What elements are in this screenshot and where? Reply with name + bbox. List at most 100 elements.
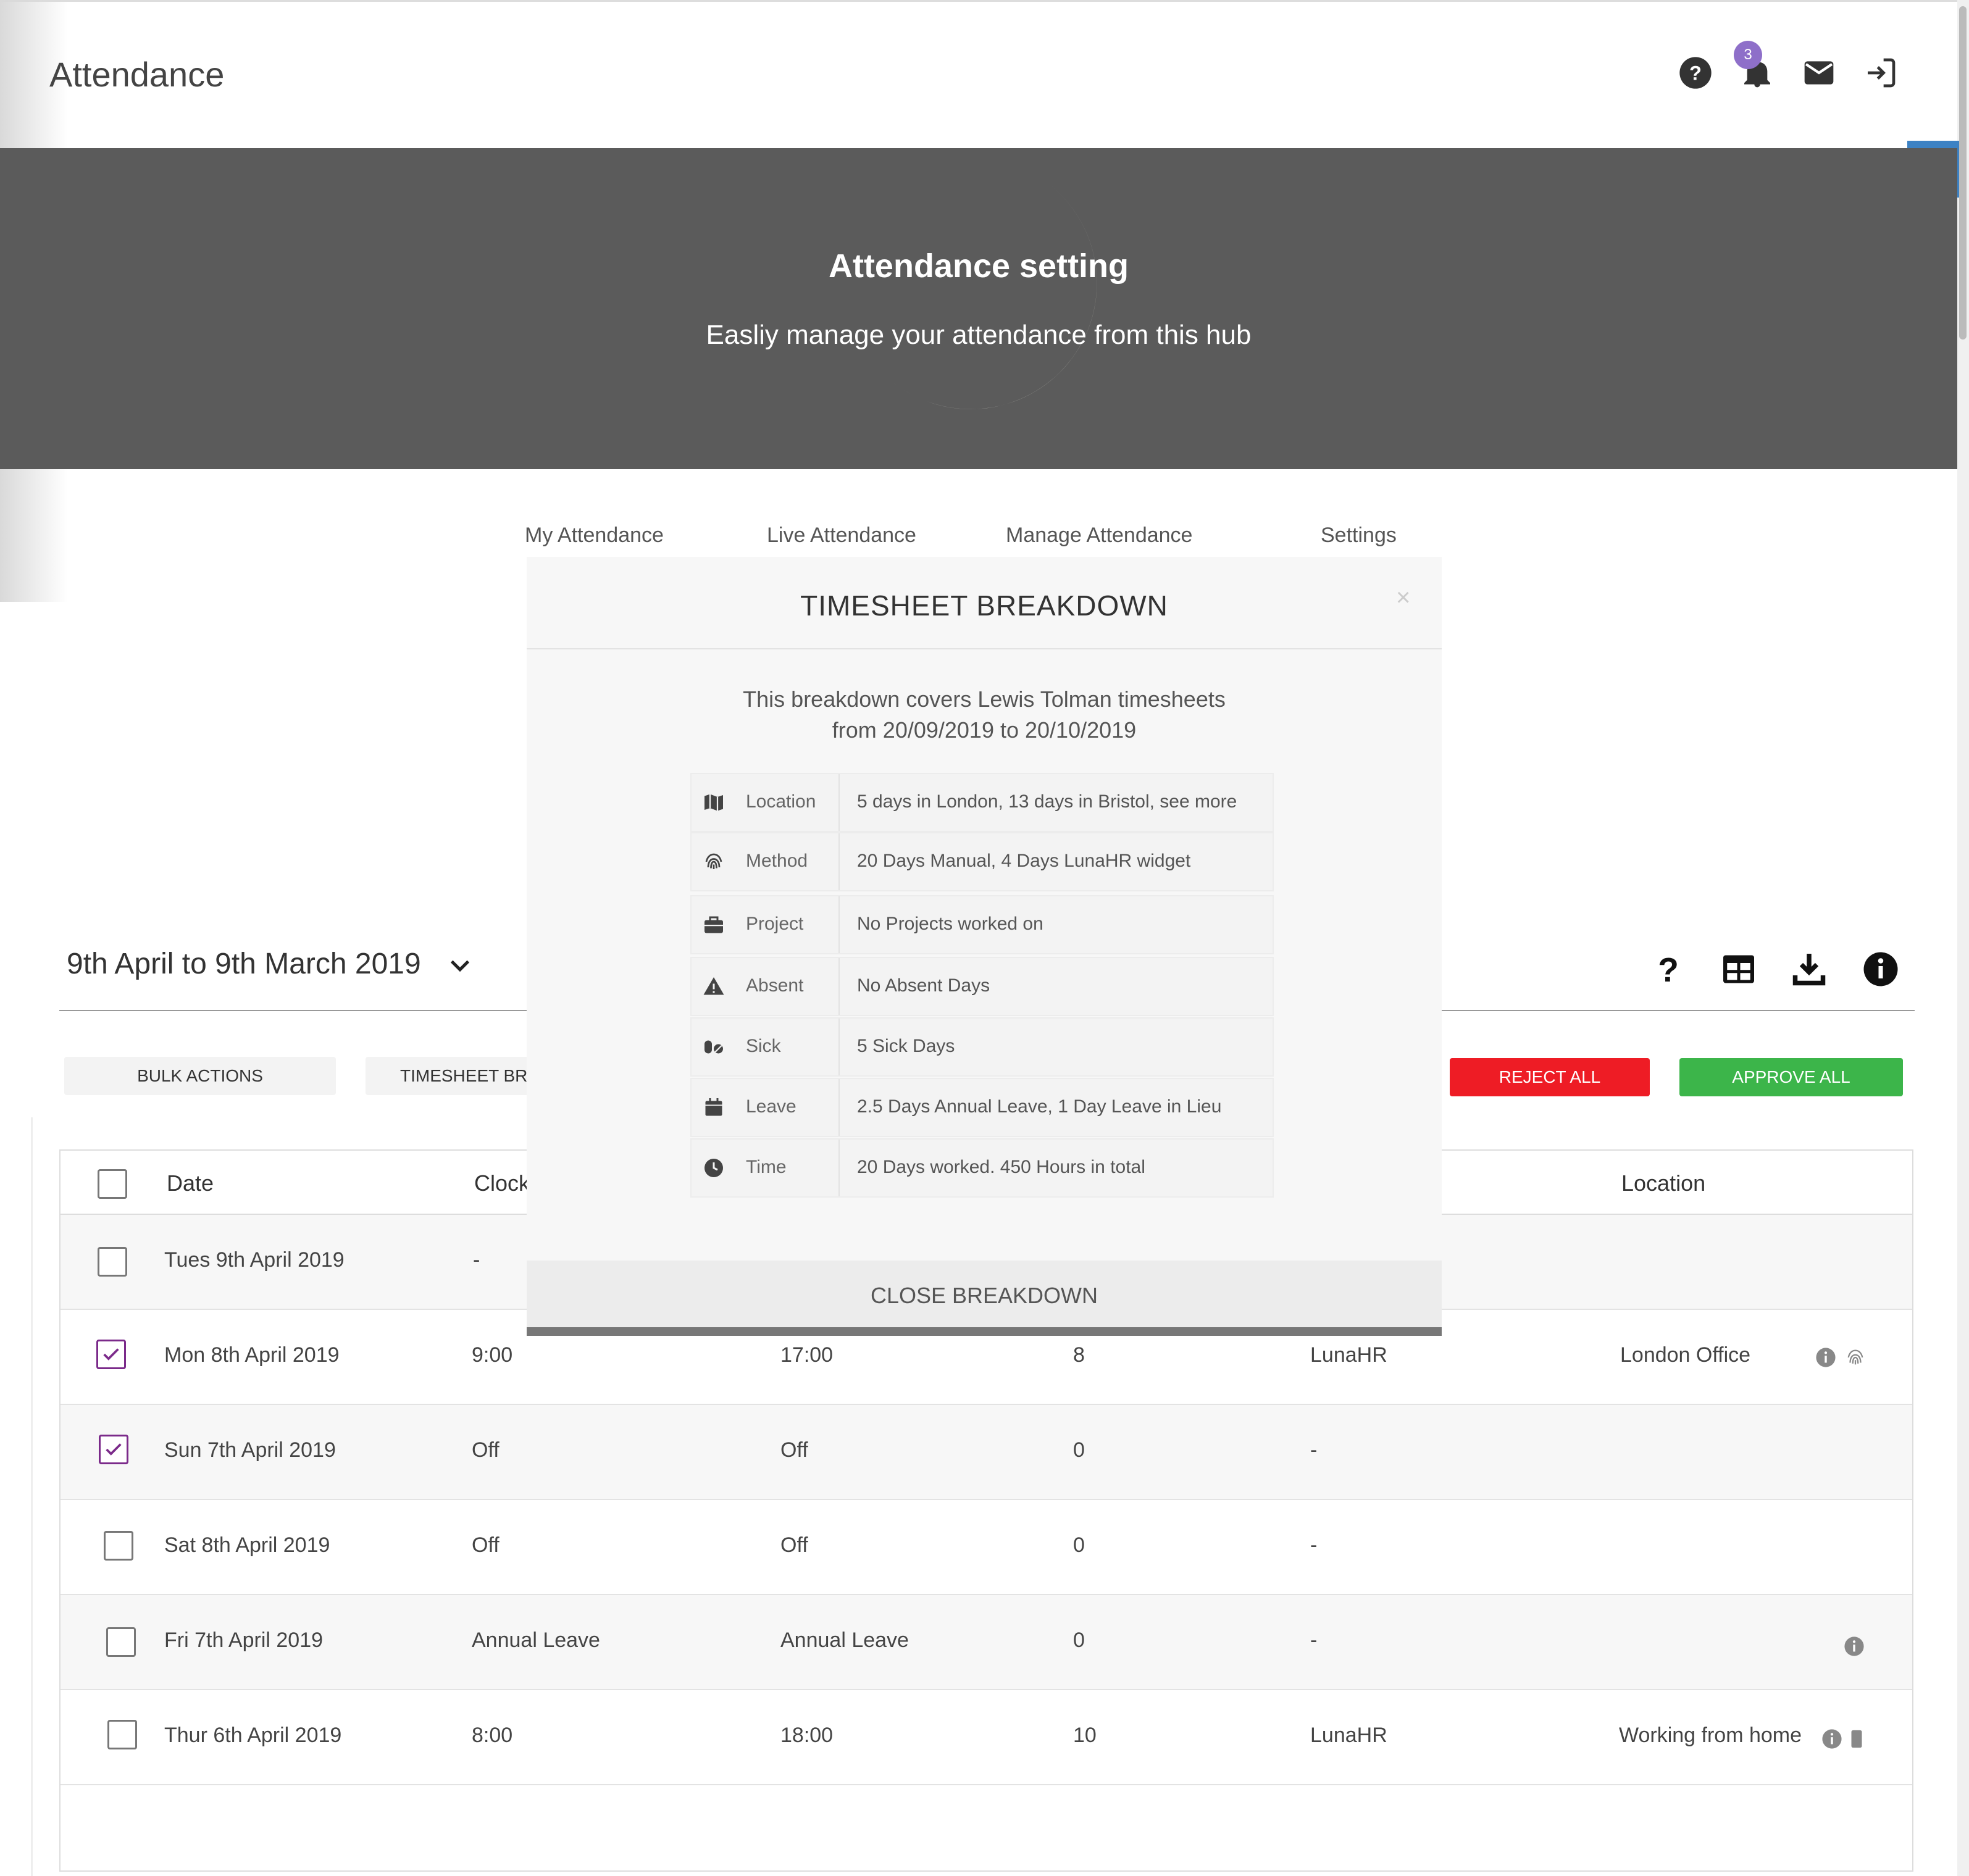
moon-image	[890, 186, 1097, 409]
mobile-icon	[1851, 1730, 1862, 1748]
date-range-selector[interactable]: 9th April to 9th March 2019	[67, 947, 421, 981]
tab-my-attendance[interactable]: My Attendance	[525, 523, 664, 548]
row-method: -	[1310, 1438, 1318, 1462]
row-clock-in: 9:00	[472, 1343, 513, 1367]
breakdown-label: Sick	[746, 1036, 781, 1056]
breakdown-value: 2.5 Days Annual Leave, 1 Day Leave in Li…	[857, 1096, 1222, 1117]
row-checkbox[interactable]	[107, 1720, 137, 1749]
cell-divider	[838, 774, 840, 831]
clock-icon	[704, 1159, 723, 1177]
row-checkbox[interactable]	[106, 1627, 136, 1657]
row-location: Working from home	[1619, 1724, 1802, 1747]
row-method: LunaHR	[1310, 1724, 1387, 1747]
calendar-icon	[705, 1098, 722, 1116]
notification-badge: 3	[1734, 41, 1762, 69]
column-header-date[interactable]: Date	[167, 1170, 214, 1196]
approve-all-button[interactable]: APPROVE ALL	[1679, 1058, 1903, 1096]
column-header-clock[interactable]: Clock	[474, 1170, 530, 1196]
divider	[527, 648, 1442, 649]
info-icon[interactable]	[1821, 1728, 1842, 1749]
breakdown-value: 5 days in London, 13 days in Bristol, se…	[857, 791, 1237, 812]
top-bar	[0, 0, 1957, 150]
breakdown-value: 20 Days worked. 450 Hours in total	[857, 1157, 1145, 1177]
table-row[interactable]: Sun 7th April 2019 Off Off 0 -	[61, 1405, 1912, 1500]
breakdown-label: Leave	[746, 1096, 796, 1117]
mail-icon[interactable]	[1802, 56, 1836, 90]
row-checkbox[interactable]	[96, 1340, 126, 1369]
info-icon[interactable]	[1844, 1636, 1865, 1657]
row-hours: 0	[1073, 1628, 1085, 1652]
bulk-actions-button[interactable]: BULK ACTIONS	[64, 1057, 336, 1095]
table-row[interactable]: Sat 8th April 2019 Off Off 0 -	[61, 1500, 1912, 1595]
breakdown-row-project: Project No Projects worked on	[690, 895, 1274, 954]
checkmark-icon	[103, 1348, 119, 1361]
breakdown-value: No Absent Days	[857, 975, 990, 996]
row-method: LunaHR	[1310, 1343, 1387, 1367]
cell-divider	[838, 896, 840, 953]
breakdown-value: 20 Days Manual, 4 Days LunaHR widget	[857, 851, 1191, 871]
modal-description: This breakdown covers Lewis Tolman times…	[527, 684, 1442, 746]
table-view-icon[interactable]	[1720, 951, 1757, 988]
cell-divider	[838, 1079, 840, 1136]
modal-title: TIMESHEET BREAKDOWN	[800, 590, 1168, 622]
chevron-down-icon[interactable]	[445, 953, 475, 978]
table-row[interactable]: Fri 7th April 2019 Annual Leave Annual L…	[61, 1595, 1912, 1690]
help-icon[interactable]: ?	[1650, 951, 1687, 988]
page-title: Attendance	[49, 55, 225, 94]
description-line: This breakdown covers Lewis Tolman times…	[743, 686, 1226, 712]
tab-settings[interactable]: Settings	[1321, 523, 1397, 548]
close-icon[interactable]: ×	[1396, 584, 1410, 612]
breakdown-row-absent: Absent No Absent Days	[690, 957, 1274, 1016]
info-icon[interactable]	[1815, 1347, 1836, 1368]
select-all-checkbox[interactable]	[98, 1169, 127, 1199]
row-method: -	[1310, 1533, 1318, 1557]
row-date: Sat 8th April 2019	[164, 1533, 330, 1557]
row-checkbox[interactable]	[99, 1435, 128, 1464]
breakdown-label: Absent	[746, 975, 804, 996]
breakdown-label: Location	[746, 791, 816, 812]
row-hours: 8	[1073, 1343, 1085, 1367]
column-header-location[interactable]: Location	[1621, 1170, 1705, 1196]
breakdown-value: 5 Sick Days	[857, 1036, 955, 1056]
cell-divider	[838, 958, 840, 1015]
row-date: Fri 7th April 2019	[164, 1628, 324, 1652]
download-icon[interactable]	[1791, 951, 1828, 988]
breakdown-row-time: Time 20 Days worked. 450 Hours in total	[690, 1138, 1274, 1198]
row-hours: 10	[1073, 1724, 1097, 1747]
svg-text:?: ?	[1658, 951, 1679, 988]
row-clock-out: Annual Leave	[780, 1628, 909, 1652]
svg-text:?: ?	[1689, 62, 1702, 85]
row-clock-in: Off	[472, 1533, 500, 1557]
row-clock-out: 17:00	[780, 1343, 834, 1367]
divider	[31, 1117, 33, 1876]
row-clock-out: 18:00	[780, 1724, 834, 1747]
row-date: Thur 6th April 2019	[164, 1724, 342, 1747]
tab-live-attendance[interactable]: Live Attendance	[767, 523, 916, 548]
help-icon[interactable]: ?	[1678, 56, 1713, 90]
modal-bottom-bar	[527, 1327, 1442, 1336]
row-clock-in: Annual Leave	[472, 1628, 600, 1652]
description-line: from 20/09/2019 to 20/10/2019	[832, 717, 1137, 743]
logout-icon[interactable]	[1863, 56, 1898, 90]
table-row[interactable]: Thur 6th April 2019 8:00 18:00 10 LunaHR…	[61, 1690, 1912, 1785]
breakdown-row-location: Location 5 days in London, 13 days in Br…	[690, 773, 1274, 832]
breakdown-row-leave: Leave 2.5 Days Annual Leave, 1 Day Leave…	[690, 1078, 1274, 1137]
row-date: Sun 7th April 2019	[164, 1438, 336, 1462]
row-clock-in: 8:00	[472, 1724, 513, 1747]
scrollbar-thumb[interactable]	[1959, 6, 1967, 340]
breakdown-label: Project	[746, 914, 804, 934]
row-checkbox[interactable]	[98, 1247, 127, 1277]
row-method: -	[1310, 1628, 1318, 1652]
reject-all-button[interactable]: REJECT ALL	[1450, 1058, 1650, 1096]
tab-manage-attendance[interactable]: Manage Attendance	[1006, 523, 1192, 548]
info-icon[interactable]	[1862, 951, 1899, 988]
row-clock-out: Off	[780, 1438, 808, 1462]
row-clock-in: -	[473, 1248, 480, 1272]
row-clock-in: Off	[472, 1438, 500, 1462]
row-date: Tues 9th April 2019	[164, 1248, 345, 1272]
hero-banner: Attendance setting Easliy manage your at…	[0, 148, 1957, 469]
row-hours: 0	[1073, 1438, 1085, 1462]
close-breakdown-button[interactable]: CLOSE BREAKDOWN	[527, 1283, 1442, 1309]
row-checkbox[interactable]	[104, 1531, 133, 1561]
breakdown-row-method: Method 20 Days Manual, 4 Days LunaHR wid…	[690, 832, 1274, 891]
